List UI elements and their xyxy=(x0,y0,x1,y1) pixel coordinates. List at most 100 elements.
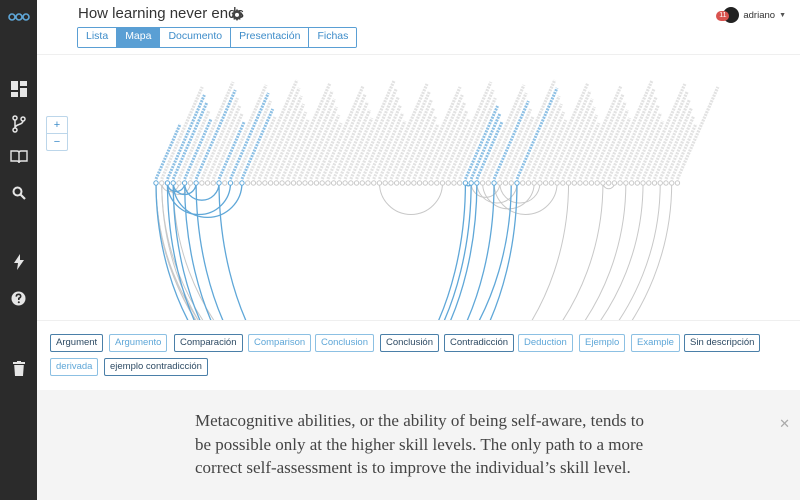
user-menu[interactable]: 11 adriano ▼ xyxy=(716,7,786,23)
tag-deduction[interactable]: Deduction xyxy=(518,334,573,352)
map-node[interactable] xyxy=(233,180,239,186)
map-node[interactable] xyxy=(181,180,188,186)
bolt-icon[interactable] xyxy=(0,250,37,274)
map-node[interactable] xyxy=(525,180,532,186)
tab-mapa[interactable]: Mapa xyxy=(117,28,161,47)
map-node[interactable] xyxy=(520,180,526,186)
map-node[interactable] xyxy=(290,180,297,186)
map-node[interactable] xyxy=(262,180,268,186)
map-node[interactable] xyxy=(405,180,411,186)
notification-badge[interactable]: 11 xyxy=(716,11,730,21)
map-node[interactable] xyxy=(411,180,417,186)
map-node[interactable] xyxy=(628,180,635,186)
map-node[interactable] xyxy=(267,180,274,186)
map-node[interactable] xyxy=(542,180,549,186)
map-node[interactable] xyxy=(319,180,325,186)
tag-sin-descripcion[interactable]: Sin descripción xyxy=(684,334,761,352)
branch-icon[interactable] xyxy=(0,112,37,136)
map-node[interactable] xyxy=(611,180,618,186)
tab-fichas[interactable]: Fichas xyxy=(309,28,357,47)
map-node[interactable] xyxy=(462,180,469,186)
map-nodes[interactable] xyxy=(153,180,681,186)
user-name[interactable]: adriano xyxy=(743,10,775,21)
tab-presentacion[interactable]: Presentación xyxy=(231,28,310,47)
avatar[interactable]: 11 xyxy=(716,7,740,23)
map-node[interactable] xyxy=(176,180,182,186)
map-node[interactable] xyxy=(479,180,486,186)
map-node[interactable] xyxy=(313,180,320,186)
book-icon[interactable] xyxy=(0,145,37,169)
map-node[interactable] xyxy=(445,180,451,186)
map-node[interactable] xyxy=(193,180,199,186)
tag-contradiccion[interactable]: Contradicción xyxy=(444,334,515,352)
map-node[interactable] xyxy=(537,180,543,186)
zoom-in-button[interactable]: + xyxy=(47,117,67,134)
map-node[interactable] xyxy=(474,180,480,186)
map-node[interactable] xyxy=(577,180,583,186)
map-node[interactable] xyxy=(485,180,492,186)
map-node[interactable] xyxy=(640,180,646,186)
map-node[interactable] xyxy=(399,180,406,186)
map-node[interactable] xyxy=(646,180,652,186)
map-node[interactable] xyxy=(623,180,629,186)
map-node[interactable] xyxy=(434,180,440,186)
tag-conclusion[interactable]: Conclusion xyxy=(315,334,374,352)
map-node[interactable] xyxy=(302,180,308,186)
map-node[interactable] xyxy=(514,180,520,186)
search-icon[interactable] xyxy=(0,181,37,205)
map-node[interactable] xyxy=(600,180,606,186)
map-node[interactable] xyxy=(531,180,537,186)
map-node[interactable] xyxy=(325,180,331,186)
map-node[interactable] xyxy=(371,180,377,186)
map-node[interactable] xyxy=(491,180,497,186)
map-node[interactable] xyxy=(308,180,314,186)
map-node[interactable] xyxy=(583,180,589,186)
map-node[interactable] xyxy=(330,180,337,186)
map-node[interactable] xyxy=(353,180,360,186)
map-node[interactable] xyxy=(376,180,383,186)
map-node[interactable] xyxy=(651,180,658,186)
map-node[interactable] xyxy=(216,180,222,186)
map-node[interactable] xyxy=(285,180,291,186)
map-node[interactable] xyxy=(210,180,217,186)
map-node[interactable] xyxy=(439,180,446,186)
map-node[interactable] xyxy=(244,180,251,186)
map-node[interactable] xyxy=(359,180,365,186)
argument-map[interactable] xyxy=(37,55,800,320)
map-node[interactable] xyxy=(204,180,211,186)
map-node[interactable] xyxy=(617,180,623,186)
map-node[interactable] xyxy=(416,180,423,186)
tag-comparison[interactable]: Comparison xyxy=(248,334,312,352)
map-node[interactable] xyxy=(227,180,234,186)
tag-example[interactable]: Example xyxy=(631,334,680,352)
tag-comparacion[interactable]: Comparación xyxy=(174,334,243,352)
map-node[interactable] xyxy=(279,180,285,186)
map-node[interactable] xyxy=(565,180,572,186)
map-node[interactable] xyxy=(674,180,681,186)
map-node[interactable] xyxy=(393,180,400,186)
trash-icon[interactable] xyxy=(0,356,37,380)
map-node[interactable] xyxy=(588,180,595,186)
help-icon[interactable] xyxy=(0,286,37,310)
tag-argumento[interactable]: Argumento xyxy=(109,334,168,352)
chevron-down-icon[interactable]: ▼ xyxy=(779,12,786,19)
map-node[interactable] xyxy=(594,180,600,186)
map-node[interactable] xyxy=(382,180,388,186)
tag-ejemplo-contradiccion[interactable]: ejemplo contradicción xyxy=(104,358,208,376)
gear-icon[interactable] xyxy=(230,8,244,22)
map-node[interactable] xyxy=(560,180,566,186)
tag-derivada[interactable]: derivada xyxy=(50,358,99,376)
tag-argument[interactable]: Argument xyxy=(50,334,104,352)
map-node[interactable] xyxy=(669,180,675,186)
map-node[interactable] xyxy=(336,180,343,186)
tag-ejemplo[interactable]: Ejemplo xyxy=(579,334,626,352)
map-node[interactable] xyxy=(273,180,280,186)
map-node[interactable] xyxy=(422,180,429,186)
map-node[interactable] xyxy=(451,180,457,186)
map-node[interactable] xyxy=(365,180,371,186)
map-node[interactable] xyxy=(342,180,348,186)
map-node[interactable] xyxy=(296,180,302,186)
close-icon[interactable]: ✕ xyxy=(779,416,790,432)
map-node[interactable] xyxy=(239,180,245,186)
map-node[interactable] xyxy=(170,180,176,186)
